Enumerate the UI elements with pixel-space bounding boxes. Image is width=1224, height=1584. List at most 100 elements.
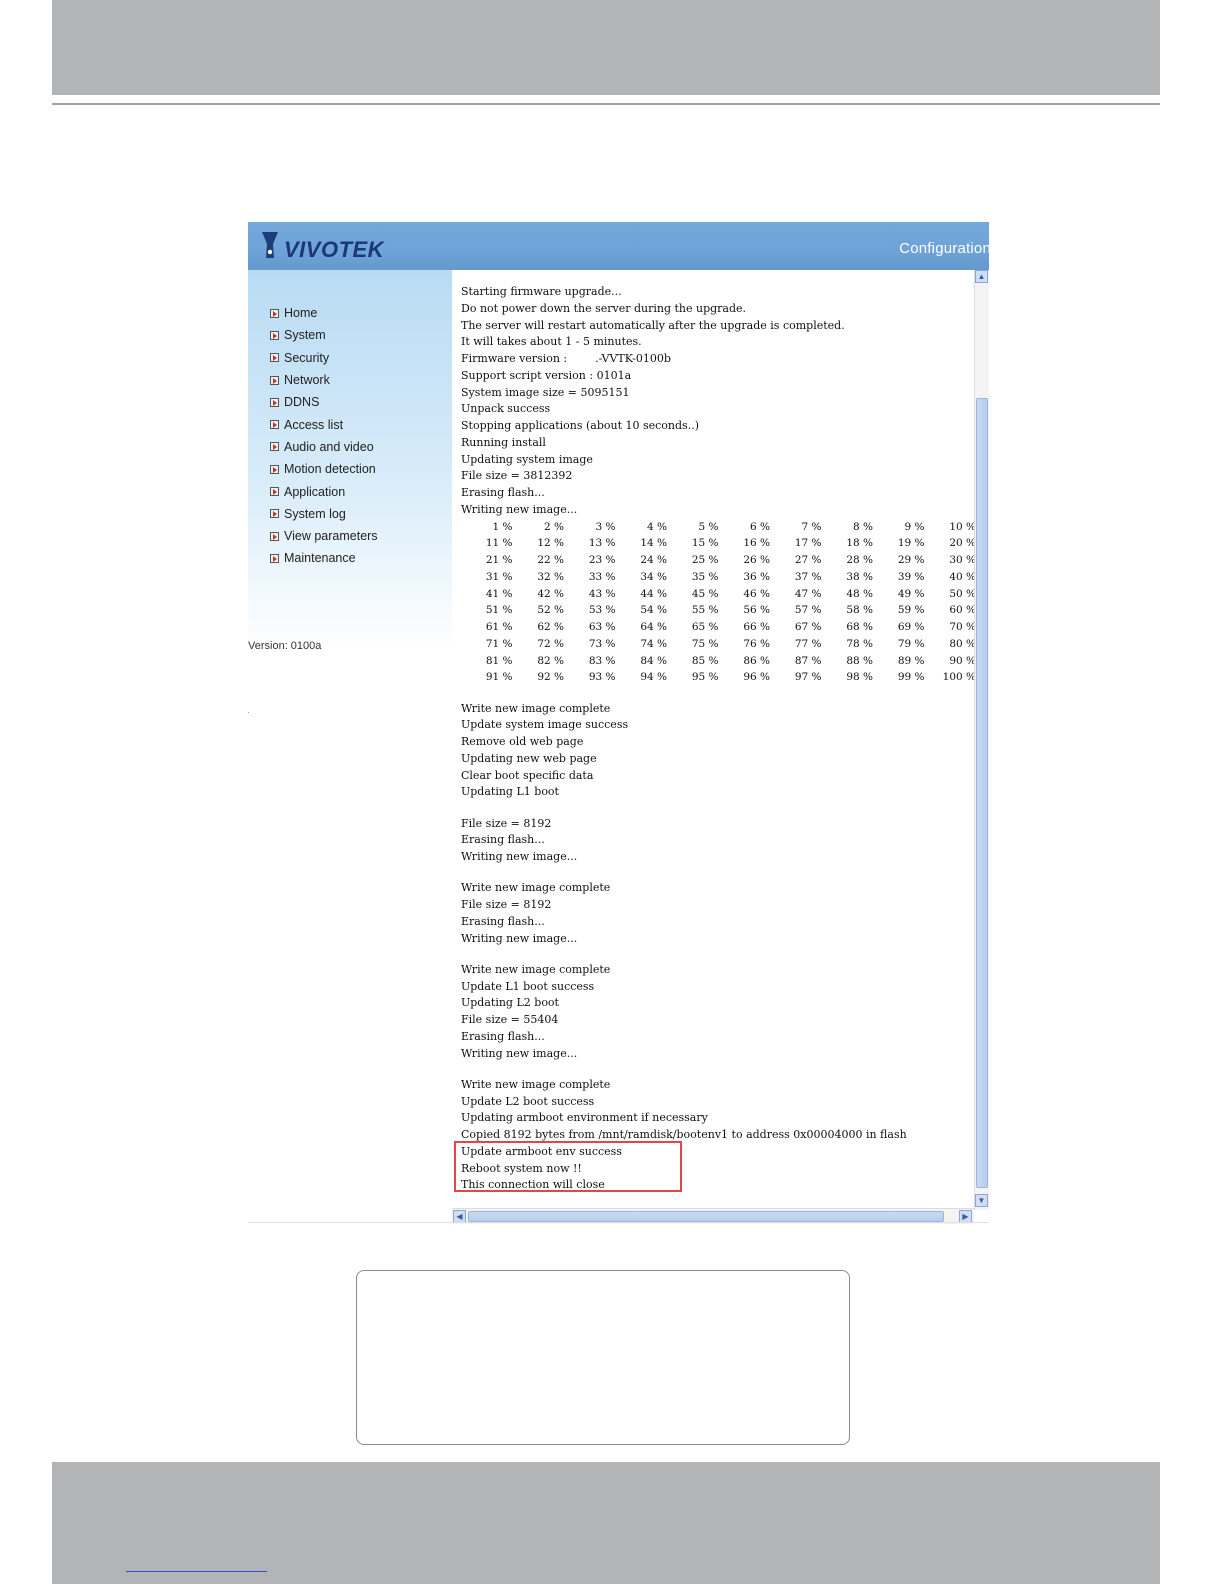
progress-row: 81 % 82 % 83 % 84 % 85 % 86 % 87 % 88 % 89 % 90 % (461, 653, 977, 670)
progress-percent: 62 % (537, 621, 564, 633)
progress-percent: 11 % (485, 537, 513, 550)
progress-percent: 8 % (853, 520, 873, 533)
log-line: Write new image complete (461, 962, 611, 976)
sidebar-item-system-log[interactable]: System log (270, 503, 378, 525)
arrow-bullet-icon (270, 353, 279, 363)
arrow-bullet-icon (270, 397, 279, 407)
progress-percent: 25 % (691, 554, 719, 566)
log-line: File size = 8192 (461, 816, 552, 830)
progress-percent: 34 % (640, 570, 667, 583)
firmware-version-label: Version: 0100a (248, 640, 322, 652)
progress-percent: 66 % (743, 621, 770, 633)
page-header-band (52, 0, 1160, 95)
progress-percent: 78 % (846, 637, 873, 650)
progress-percent: 81 % (485, 654, 513, 667)
progress-percent: 69 % (897, 621, 925, 633)
sidebar-item-motion-detection[interactable]: Motion detection (270, 458, 378, 480)
progress-percent: 40 % (949, 570, 976, 583)
progress-percent: 92 % (537, 671, 564, 684)
progress-percent: 38 % (846, 570, 873, 583)
vertical-scrollbar[interactable]: ▲ ▼ (974, 270, 989, 1210)
arrow-bullet-icon (270, 420, 279, 430)
log-line: Update system image success (461, 718, 629, 732)
arrow-bullet-icon (270, 330, 279, 340)
progress-percent: 87 % (794, 654, 822, 667)
arrow-bullet-icon (270, 531, 279, 541)
horizontal-scroll-thumb[interactable] (468, 1211, 944, 1222)
sidebar-mark (248, 712, 249, 713)
progress-percent: 42 % (537, 587, 564, 600)
log-line: Erasing flash... (461, 486, 545, 499)
progress-percent: 57 % (794, 604, 822, 617)
scroll-up-arrow-icon[interactable]: ▲ (975, 270, 988, 283)
sidebar-item-system[interactable]: System (270, 324, 378, 346)
progress-percent: 45 % (691, 587, 719, 600)
progress-percent: 3 % (595, 520, 616, 533)
sidebar-item-label: Motion detection (284, 462, 376, 477)
progress-percent: 27 % (794, 554, 822, 566)
progress-percent: 74 % (640, 637, 667, 650)
progress-percent: 46 % (743, 587, 770, 600)
log-line: Updating L1 boot (461, 785, 559, 799)
sidebar-item-ddns[interactable]: DDNS (270, 391, 378, 413)
progress-percent: 82 % (537, 654, 564, 667)
log-line: Update L2 boot success (461, 1094, 595, 1108)
progress-percent: 9 % (904, 520, 925, 533)
vertical-scroll-thumb[interactable] (976, 398, 988, 1188)
progress-percent: 43 % (588, 587, 616, 600)
log-line: Running install (461, 435, 546, 449)
page-title: Configuration (899, 240, 989, 257)
progress-row: 61 % 62 % 63 % 64 % 65 % 66 % 67 % 68 % 69 % 70 % (461, 619, 977, 636)
progress-percent: 5 % (698, 520, 719, 533)
progress-percent: 65 % (691, 621, 719, 633)
progress-percent: 33 % (588, 570, 616, 583)
sidebar-item-label: Access list (284, 417, 344, 432)
sidebar-item-network[interactable]: Network (270, 369, 378, 391)
progress-percent: 93 % (588, 671, 616, 684)
progress-percent: 2 % (544, 520, 564, 533)
progress-percent: 52 % (537, 604, 564, 617)
progress-row: 1 % 2 % 3 % 4 % 5 % 6 % 7 % 8 % 9 % 10 % (461, 519, 977, 536)
sidebar-item-home[interactable]: Home (270, 302, 378, 324)
progress-percent: 19 % (897, 537, 925, 550)
arrow-bullet-icon (270, 553, 279, 563)
log-spacer (461, 866, 977, 881)
progress-percent: 51 % (485, 604, 513, 617)
footer-link-underline[interactable] (126, 1571, 267, 1572)
progress-percent: 41 % (485, 587, 513, 600)
progress-percent: 94 % (640, 671, 667, 684)
sidebar-item-security[interactable]: Security (270, 347, 378, 369)
sidebar-item-label: System log (284, 506, 346, 521)
progress-percent: 50 % (949, 587, 976, 600)
progress-percent: 36 % (743, 570, 770, 583)
sidebar-item-label: System (284, 328, 326, 343)
progress-row: 91 % 92 % 93 % 94 % 95 % 96 % 97 % 98 % 99 % 100 … (461, 669, 977, 686)
header-divider (52, 103, 1160, 105)
sidebar-item-view-parameters[interactable]: View parameters (270, 525, 378, 547)
progress-percent: 80 % (949, 637, 976, 650)
progress-percent: 47 % (794, 587, 822, 600)
sidebar-item-audio-and-video[interactable]: Audio and video (270, 436, 378, 458)
log-line: Write new image complete (461, 1077, 611, 1091)
progress-percent: 31 % (485, 570, 513, 583)
progress-percent: 73 % (588, 637, 616, 650)
progress-percent: 37 % (794, 570, 822, 583)
sidebar-item-application[interactable]: Application (270, 480, 378, 502)
sidebar-item-label: Maintenance (284, 551, 356, 566)
progress-row: 11 % 12 % 13 % 14 % 15 % 16 % 17 % 18 % 19 % 20 % (461, 535, 977, 552)
log-line: Do not power down the server during the … (461, 301, 747, 315)
sidebar-item-maintenance[interactable]: Maintenance (270, 547, 378, 569)
sidebar-item-access-list[interactable]: Access list (270, 413, 378, 435)
arrow-bullet-icon (270, 375, 279, 385)
log-line: Updating system image (461, 452, 593, 466)
progress-percent: 39 % (897, 570, 925, 583)
progress-percent: 44 % (640, 587, 667, 600)
scroll-down-arrow-icon[interactable]: ▼ (975, 1194, 988, 1207)
log-line: The server will restart automatically af… (461, 318, 845, 332)
progress-percent: 29 % (897, 554, 925, 566)
progress-percent: 59 % (897, 604, 925, 617)
upgrade-log-text: Starting firmware upgrade... Do not power… (461, 284, 977, 1194)
progress-percent: 16 % (743, 537, 770, 550)
progress-percent: 55 % (691, 604, 719, 617)
arrow-bullet-icon (270, 509, 279, 519)
